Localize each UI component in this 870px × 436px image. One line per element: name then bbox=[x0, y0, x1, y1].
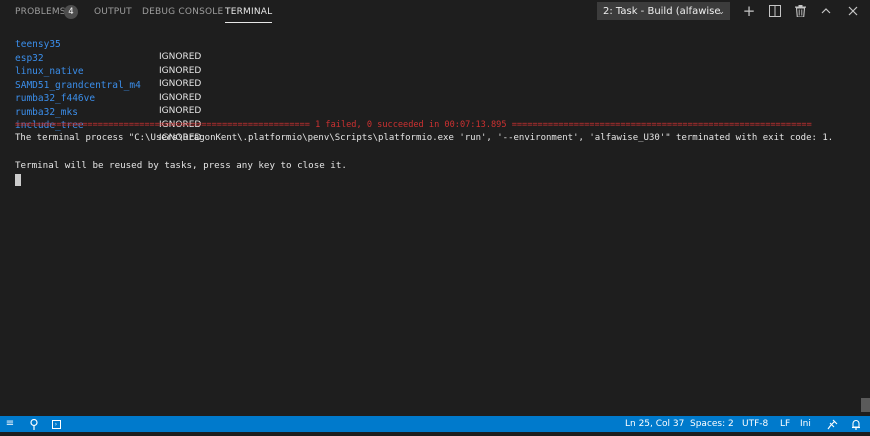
plus-icon[interactable]: + bbox=[741, 3, 757, 19]
env-status: IGNORED bbox=[159, 92, 202, 103]
env-row: teensy35 IGNORED bbox=[15, 25, 201, 62]
process-exit-line: The terminal process "C:\Users\DragonKen… bbox=[15, 133, 834, 143]
env-status: IGNORED bbox=[159, 79, 202, 89]
menu-icon[interactable]: ≡ bbox=[4, 416, 16, 432]
feedback-icon[interactable] bbox=[826, 416, 838, 432]
summary-line: ========================================… bbox=[15, 120, 812, 130]
tab-debug-console[interactable]: DEBUG CONSOLE bbox=[142, 0, 223, 24]
env-row: rumba32_mks IGNORED bbox=[15, 93, 201, 130]
env-status: IGNORED bbox=[159, 65, 202, 76]
problems-count-badge: 4 bbox=[64, 5, 78, 19]
close-icon[interactable] bbox=[845, 3, 861, 19]
reuse-message-line: Terminal will be reused by tasks, press … bbox=[15, 160, 347, 171]
pin-icon[interactable] bbox=[28, 416, 40, 432]
tab-output[interactable]: OUTPUT bbox=[94, 0, 132, 24]
env-row: include_tree IGNORED bbox=[15, 106, 201, 143]
env-row: rumba32_f446ve IGNORED bbox=[15, 79, 201, 116]
terminal-select-dropdown[interactable]: 2: Task - Build (alfawise ⌄ bbox=[597, 2, 730, 20]
env-row: esp32 IGNORED bbox=[15, 39, 201, 76]
env-status: IGNORED bbox=[159, 52, 202, 62]
scrollbar-thumb[interactable] bbox=[861, 398, 870, 412]
terminal-output[interactable]: teensy35 IGNORED esp32 IGNORED linux_nat… bbox=[0, 24, 870, 416]
tab-problems[interactable]: PROBLEMS bbox=[15, 0, 66, 24]
status-bar: ≡ › Ln 25, Col 37 Spaces: 2 UTF-8 LF Ini bbox=[0, 416, 870, 432]
eol-setting[interactable]: LF bbox=[780, 416, 790, 432]
bell-icon[interactable] bbox=[850, 416, 862, 432]
encoding-setting[interactable]: UTF-8 bbox=[742, 416, 768, 432]
tab-terminal[interactable]: TERMINAL bbox=[225, 0, 273, 24]
chevron-up-icon[interactable] bbox=[818, 3, 834, 19]
panel-header: PROBLEMS 4 OUTPUT DEBUG CONSOLE TERMINAL… bbox=[0, 0, 870, 24]
cursor-position[interactable]: Ln 25, Col 37 bbox=[625, 416, 684, 432]
language-mode[interactable]: Ini bbox=[800, 416, 811, 432]
terminal-cursor bbox=[15, 174, 21, 186]
chevron-down-icon: ⌄ bbox=[717, 7, 725, 17]
env-row: linux_native IGNORED bbox=[15, 52, 201, 89]
terminal-icon[interactable]: › bbox=[50, 416, 62, 432]
split-icon[interactable] bbox=[767, 3, 783, 19]
env-status: IGNORED bbox=[159, 106, 202, 116]
env-row: SAMD51_grandcentral_m4 IGNORED bbox=[15, 66, 201, 103]
terminal-select-value: 2: Task - Build (alfawise bbox=[603, 6, 721, 17]
trash-icon[interactable] bbox=[792, 3, 808, 19]
indentation-setting[interactable]: Spaces: 2 bbox=[690, 416, 734, 432]
